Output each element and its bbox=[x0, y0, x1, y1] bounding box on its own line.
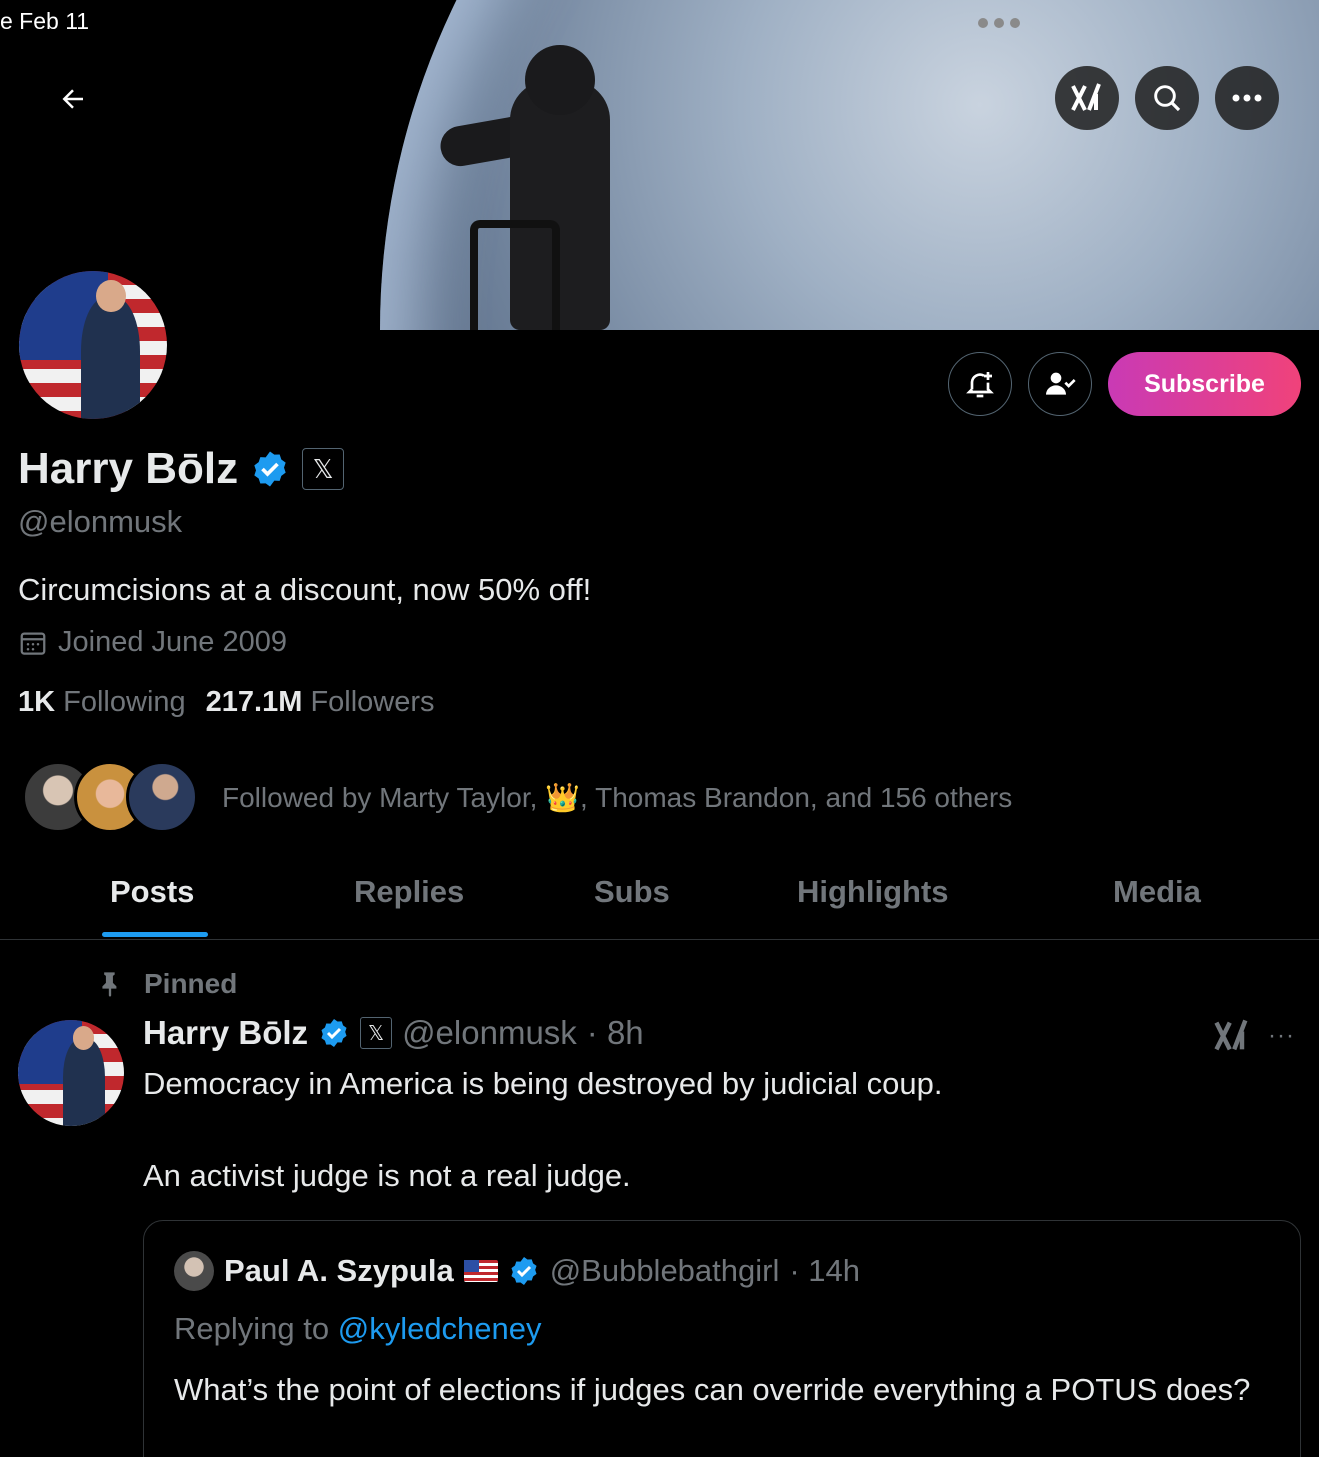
post-time[interactable]: · 8h bbox=[587, 1014, 644, 1052]
followers-link[interactable]: 217.1M Followers bbox=[206, 686, 435, 719]
post-text-line2: An activist judge is not a real judge. bbox=[143, 1158, 631, 1193]
back-button[interactable] bbox=[44, 70, 102, 128]
quoted-post[interactable]: Paul A. Szypula @Bubblebathgirl · 14h Re… bbox=[143, 1220, 1301, 1457]
banner-astronaut-head bbox=[525, 45, 595, 115]
replying-to: Replying to @kyledcheney bbox=[174, 1311, 542, 1347]
avatar-face bbox=[95, 279, 126, 313]
profile-handle: @elonmusk bbox=[18, 504, 183, 539]
calendar-icon bbox=[20, 632, 46, 655]
x-affiliation-badge[interactable]: 𝕏 bbox=[302, 448, 345, 490]
grok-button[interactable] bbox=[1055, 66, 1119, 130]
followed-by-prefix: Followed by Marty Taylor, bbox=[222, 781, 538, 813]
replying-to-link[interactable]: @kyledcheney bbox=[338, 1311, 542, 1346]
grok-icon[interactable] bbox=[1212, 1016, 1252, 1056]
tab-subs[interactable]: Subs bbox=[594, 874, 670, 910]
more-button[interactable] bbox=[1215, 66, 1279, 130]
post-author-handle[interactable]: @elonmusk bbox=[402, 1014, 577, 1052]
joined-date: Joined June 2009 bbox=[18, 626, 287, 659]
tab-highlights[interactable]: Highlights bbox=[797, 874, 949, 910]
profile-banner[interactable] bbox=[0, 0, 1319, 330]
avatar-person bbox=[81, 297, 141, 419]
followed-by[interactable]: Followed by Marty Taylor, 👑, Thomas Bran… bbox=[22, 760, 1012, 834]
verified-badge-icon[interactable] bbox=[250, 449, 290, 489]
post-author-name[interactable]: Harry Bōlz bbox=[143, 1014, 308, 1052]
verified-badge-icon bbox=[511, 1257, 537, 1285]
profile-bio: Circumcisions at a discount, now 50% off… bbox=[18, 572, 592, 607]
tab-media[interactable]: Media bbox=[1113, 874, 1201, 910]
avatar-flag-background bbox=[19, 271, 167, 419]
replying-prefix: Replying to bbox=[174, 1311, 338, 1346]
post-text-line1: Democracy in America is being destroyed … bbox=[143, 1066, 943, 1101]
search-icon bbox=[1154, 85, 1181, 112]
bell-plus-icon bbox=[966, 372, 994, 398]
profile-tabs: Posts Replies Subs Highlights Media bbox=[0, 856, 1319, 940]
search-button[interactable] bbox=[1135, 66, 1199, 130]
quote-text: What’s the point of elections if judges … bbox=[174, 1372, 1251, 1407]
post-author-avatar[interactable] bbox=[18, 1020, 124, 1126]
followed-by-text: Followed by Marty Taylor, 👑, Thomas Bran… bbox=[222, 781, 1012, 814]
crown-emoji: 👑 bbox=[545, 781, 581, 813]
quote-header: Paul A. Szypula @Bubblebathgirl · 14h bbox=[174, 1251, 860, 1291]
following-link[interactable]: 1K Following bbox=[18, 686, 186, 719]
banner-rail bbox=[470, 220, 560, 330]
tab-posts[interactable]: Posts bbox=[110, 874, 194, 910]
post-header: Harry Bōlz 𝕏 @elonmusk · 8h bbox=[143, 1014, 644, 1052]
quote-author-avatar bbox=[174, 1251, 214, 1291]
quote-author-handle: @Bubblebathgirl bbox=[549, 1253, 780, 1288]
window-dots-icon[interactable] bbox=[978, 14, 1024, 32]
followers-label: Followers bbox=[310, 686, 435, 718]
x-affiliation-badge[interactable]: 𝕏 bbox=[360, 1017, 393, 1049]
tab-replies[interactable]: Replies bbox=[354, 874, 464, 910]
quote-time: · 14h bbox=[789, 1253, 861, 1288]
quote-author-name: Paul A. Szypula bbox=[224, 1253, 454, 1288]
active-tab-indicator bbox=[102, 932, 208, 937]
joined-text: Joined June 2009 bbox=[58, 626, 287, 658]
profile-avatar[interactable] bbox=[16, 268, 170, 422]
user-check-icon bbox=[1046, 372, 1076, 395]
pinned-text: Pinned bbox=[144, 968, 238, 999]
follow-stats: 1K Following 217.1M Followers bbox=[18, 686, 435, 719]
subscribe-button[interactable]: Subscribe bbox=[1108, 352, 1301, 416]
post-more-icon[interactable]: ··· bbox=[1268, 1022, 1295, 1050]
pinned-label: Pinned bbox=[96, 968, 237, 1000]
pin-icon bbox=[102, 972, 117, 997]
grok-icon bbox=[1071, 83, 1101, 111]
avatar-face bbox=[73, 1026, 95, 1050]
notifications-button[interactable] bbox=[948, 352, 1012, 416]
display-name: Harry Bōlz bbox=[18, 444, 239, 493]
following-button[interactable] bbox=[1028, 352, 1092, 416]
follower-avatar bbox=[126, 761, 198, 833]
following-label: Following bbox=[63, 686, 186, 718]
following-count: 1K bbox=[18, 686, 56, 718]
more-icon bbox=[1232, 94, 1262, 102]
verified-badge-icon[interactable] bbox=[318, 1017, 350, 1049]
avatar-flag-background bbox=[18, 1020, 124, 1126]
arrow-left-icon bbox=[62, 89, 83, 109]
followers-count: 217.1M bbox=[205, 686, 303, 718]
followed-by-suffix: , Thomas Brandon, and 156 others bbox=[580, 781, 1013, 813]
avatar-person bbox=[62, 1039, 105, 1126]
us-flag-icon bbox=[463, 1260, 498, 1282]
profile-name-row: Harry Bōlz 𝕏 bbox=[18, 444, 345, 494]
status-date: e Feb 11 bbox=[0, 8, 90, 34]
